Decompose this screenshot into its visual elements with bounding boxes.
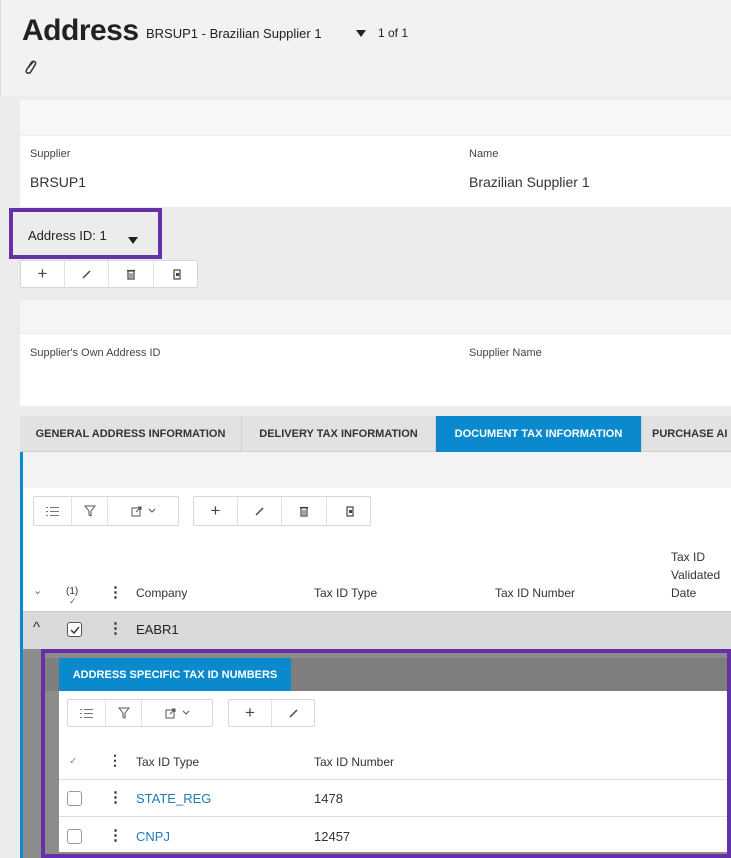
column-options-icon[interactable]: ⋮ bbox=[108, 583, 123, 601]
tab-delivery-tax-information[interactable]: DELIVERY TAX INFORMATION bbox=[242, 416, 436, 452]
list-icon bbox=[46, 506, 59, 516]
add-address-button[interactable]: + bbox=[21, 261, 65, 287]
record-dropdown-caret-icon[interactable] bbox=[356, 30, 366, 37]
supplier-value: BRSUP1 bbox=[30, 174, 87, 190]
edit-row-button[interactable] bbox=[238, 497, 282, 525]
plus-icon: + bbox=[37, 264, 48, 283]
pencil-icon bbox=[255, 507, 263, 516]
filter-button[interactable] bbox=[72, 497, 108, 525]
add-row-button[interactable]: + bbox=[194, 497, 238, 525]
plus-icon: + bbox=[210, 501, 221, 520]
tab-document-tax-information[interactable]: DOCUMENT TAX INFORMATION bbox=[436, 416, 642, 452]
table-row[interactable] bbox=[23, 611, 731, 649]
page-title: Address bbox=[22, 14, 139, 47]
tab-bar: GENERAL ADDRESS INFORMATION DELIVERY TAX… bbox=[20, 416, 731, 452]
own-address-id-label: Supplier's Own Address ID bbox=[30, 347, 161, 359]
duplicate-address-button[interactable] bbox=[154, 261, 199, 287]
row-checkbox[interactable] bbox=[67, 622, 82, 637]
filter-icon bbox=[83, 505, 96, 517]
column-tax-id-validated-date[interactable]: Tax ID Validated Date bbox=[671, 548, 731, 602]
column-company[interactable]: Company bbox=[136, 586, 187, 600]
column-tax-id-type[interactable]: Tax ID Type bbox=[314, 586, 377, 600]
supplier-card-header bbox=[20, 100, 731, 136]
grid-view-toolbar bbox=[33, 496, 179, 526]
list-view-button[interactable] bbox=[34, 497, 72, 525]
export-menu-button[interactable] bbox=[108, 497, 180, 525]
duplicate-row-button[interactable] bbox=[327, 497, 372, 525]
edit-address-button[interactable] bbox=[65, 261, 109, 287]
delete-address-button[interactable] bbox=[109, 261, 154, 287]
tax-id-detail-highlight-box bbox=[41, 649, 731, 858]
select-all-check-icon[interactable]: ✓ bbox=[69, 596, 77, 607]
delete-row-button[interactable] bbox=[282, 497, 327, 525]
check-icon bbox=[70, 626, 80, 634]
duplicate-icon bbox=[172, 268, 181, 280]
address-id-highlight-box bbox=[9, 208, 162, 259]
name-value: Brazilian Supplier 1 bbox=[469, 174, 590, 190]
collapse-row-chevron-icon[interactable]: ^ bbox=[33, 619, 40, 636]
pencil-icon bbox=[82, 270, 90, 279]
attachment-paperclip-icon[interactable] bbox=[22, 58, 38, 76]
tab-purchase-address[interactable]: PURCHASE AI bbox=[642, 416, 731, 452]
column-tax-id-number[interactable]: Tax ID Number bbox=[495, 586, 575, 600]
supplier-name-label: Supplier Name bbox=[469, 347, 542, 359]
address-card-header bbox=[20, 300, 731, 334]
trash-icon bbox=[300, 506, 308, 517]
company-cell: EABR1 bbox=[136, 622, 179, 637]
grid-edit-toolbar: + bbox=[193, 496, 371, 526]
tab-general-address-information[interactable]: GENERAL ADDRESS INFORMATION bbox=[20, 416, 242, 452]
pane-header-strip bbox=[23, 452, 731, 488]
export-icon bbox=[131, 506, 156, 517]
trash-icon bbox=[127, 269, 135, 280]
row-menu-icon[interactable]: ⋮ bbox=[108, 619, 123, 637]
name-label: Name bbox=[469, 148, 499, 160]
duplicate-icon bbox=[345, 505, 354, 517]
collapse-all-chevron-icon[interactable]: ⌄ bbox=[33, 584, 42, 597]
record-pager: 1 of 1 bbox=[378, 26, 409, 40]
supplier-label: Supplier bbox=[30, 148, 71, 160]
address-toolbar: + bbox=[20, 260, 198, 288]
record-selector[interactable]: BRSUP1 - Brazilian Supplier 1 bbox=[146, 26, 322, 41]
